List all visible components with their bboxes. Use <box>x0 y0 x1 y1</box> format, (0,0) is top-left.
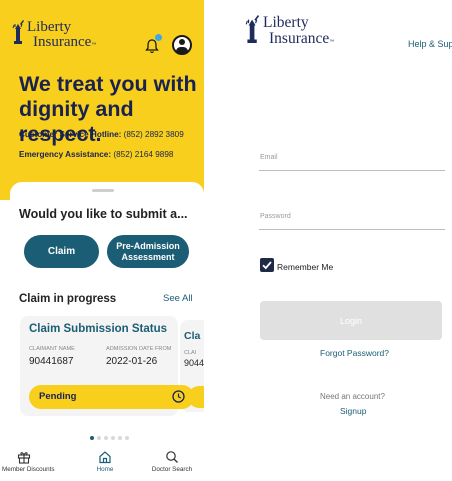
claimant-name-label: CLAIMANT NAME <box>29 346 75 352</box>
emergency-number[interactable]: (852) 2164 9898 <box>113 150 173 159</box>
liberty-logo: Liberty Insurance™ <box>10 20 96 50</box>
emergency-assistance: Emergency Assistance: (852) 2164 9898 <box>19 150 173 159</box>
tab-label: Home <box>96 466 114 473</box>
status-text: Pending <box>39 391 77 402</box>
logo-wordmark: Liberty Insurance™ <box>263 15 334 46</box>
card2-title: Cla <box>184 330 201 342</box>
signup-link[interactable]: Signup <box>340 406 366 416</box>
liberty-logo-login: Liberty Insurance™ <box>242 15 334 46</box>
tab-label: Doctor Search <box>151 466 193 473</box>
logo-tm: ™ <box>91 42 97 48</box>
remember-me-label[interactable]: Remember Me <box>277 262 333 272</box>
help-support-link[interactable]: Help & Supp <box>408 39 452 49</box>
statue-of-liberty-icon <box>12 20 24 44</box>
statue-of-liberty-icon <box>245 15 260 43</box>
password-underline <box>259 229 445 230</box>
logo-line2: Insurance <box>269 29 330 47</box>
carousel-pager <box>90 436 129 440</box>
pager-dot[interactable] <box>125 436 129 440</box>
admission-date-label: ADMISSION DATE FROM <box>106 346 172 352</box>
tab-doctor-search[interactable]: Doctor Search <box>146 450 198 473</box>
see-all-link[interactable]: See All <box>163 293 193 304</box>
gift-icon <box>17 452 31 464</box>
bottom-tab-bar: Member Discounts Home Doctor Search <box>0 446 204 481</box>
home-icon <box>99 451 111 464</box>
avatar-icon[interactable] <box>172 35 192 55</box>
hotline-number[interactable]: (852) 2892 3809 <box>124 130 184 139</box>
email-field[interactable]: Email <box>260 154 278 161</box>
remember-me-checkbox[interactable] <box>260 258 274 272</box>
claim-button[interactable]: Claim <box>24 235 99 268</box>
pre-admission-button[interactable]: Pre-Admission Assessment <box>107 235 189 268</box>
pager-dot[interactable] <box>90 436 94 440</box>
logo-line2: Insurance <box>33 34 92 50</box>
notification-dot <box>155 34 162 41</box>
card-title: Claim Submission Status <box>29 323 168 335</box>
admission-date-value: 2022-01-26 <box>106 356 158 367</box>
customer-service-hotline: Customer Service Hotline: (852) 2892 380… <box>19 130 184 139</box>
tab-member-discounts[interactable]: Member Discounts <box>2 450 55 473</box>
tab-home[interactable]: Home <box>90 450 120 473</box>
pager-dot[interactable] <box>118 436 122 440</box>
home-screen: Liberty Insurance™ We treat you with dig… <box>0 0 204 481</box>
login-button[interactable]: Login <box>260 301 442 340</box>
email-underline <box>259 170 445 171</box>
pager-dot[interactable] <box>111 436 115 440</box>
password-field[interactable]: Password <box>260 213 291 220</box>
logo-line1: Liberty <box>27 19 72 35</box>
submit-question: Would you like to submit a... <box>19 207 188 221</box>
drag-handle[interactable] <box>92 189 114 192</box>
emergency-label: Emergency Assistance: <box>19 150 112 159</box>
tab-label: Member Discounts <box>2 466 55 473</box>
card2-label: CLAI <box>184 350 197 356</box>
need-account-text: Need an account? <box>320 392 385 401</box>
pager-dot[interactable] <box>104 436 108 440</box>
login-screen <box>226 0 452 481</box>
claim-in-progress-heading: Claim in progress <box>19 293 117 305</box>
hotline-label: Customer Service Hotline: <box>19 130 122 139</box>
logo-wordmark: Liberty Insurance™ <box>27 20 96 50</box>
logo-line1: Liberty <box>263 14 309 31</box>
card2-value: 9044 <box>184 358 204 368</box>
logo-tm: ™ <box>329 38 335 45</box>
forgot-password-link[interactable]: Forgot Password? <box>320 348 389 358</box>
search-icon <box>166 451 178 463</box>
checkmark-icon <box>262 261 272 270</box>
clock-icon <box>172 390 185 403</box>
claimant-name-value: 90441687 <box>29 356 74 367</box>
pager-dot[interactable] <box>97 436 101 440</box>
